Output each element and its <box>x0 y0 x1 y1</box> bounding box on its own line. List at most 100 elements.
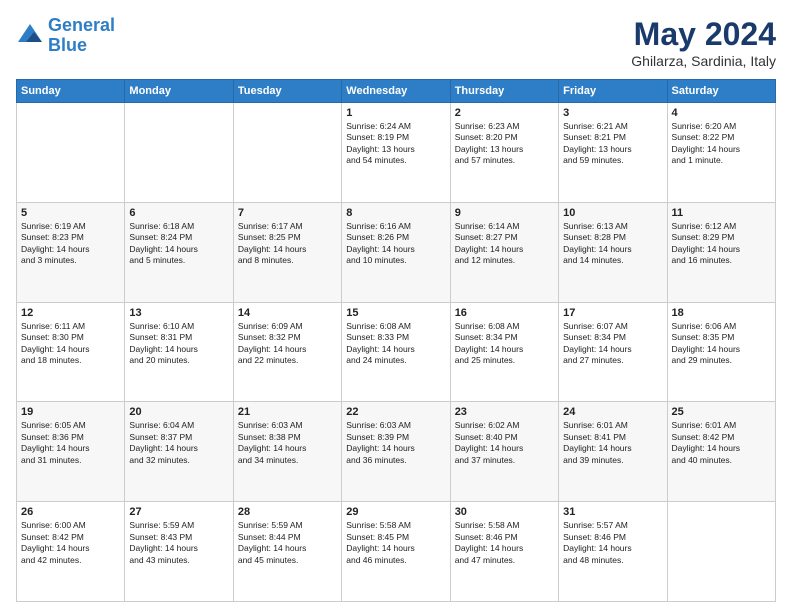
day-number: 18 <box>672 307 771 319</box>
day-number: 29 <box>346 506 445 518</box>
calendar-cell: 30 Sunrise: 5:58 AM Sunset: 8:46 PM Dayli… <box>450 502 558 602</box>
day-number: 17 <box>563 307 662 319</box>
location: Ghilarza, Sardinia, Italy <box>631 53 776 69</box>
day-number: 16 <box>455 307 554 319</box>
calendar-cell: 11Sunrise: 6:12 AM Sunset: 8:29 PM Dayli… <box>667 202 775 302</box>
day-number: 26 <box>21 506 120 518</box>
day-number: 30 <box>455 506 554 518</box>
day-info: Sunrise: 6:19 AM Sunset: 8:23 PM Dayligh… <box>21 221 120 267</box>
calendar-cell: 17 Sunrise: 6:07 AM Sunset: 8:34 PM Dayli… <box>559 302 667 402</box>
day-info: Sunrise: 5:59 AM Sunset: 8:43 PM Dayligh… <box>129 520 228 566</box>
day-number: 28 <box>238 506 337 518</box>
day-info: Sunrise: 6:23 AM Sunset: 8:20 PM Dayligh… <box>455 121 554 167</box>
calendar-cell: 10 Sunrise: 6:13 AM Sunset: 8:28 PM Dayli… <box>559 202 667 302</box>
month-title: May 2024 <box>631 16 776 53</box>
day-info: Sunrise: 6:00 AM Sunset: 8:42 PM Dayligh… <box>21 520 120 566</box>
calendar-cell: 29 Sunrise: 5:58 AM Sunset: 8:45 PM Dayli… <box>342 502 450 602</box>
day-info: Sunrise: 6:10 AM Sunset: 8:31 PM Dayligh… <box>129 321 228 367</box>
calendar-cell: 16 Sunrise: 6:08 AM Sunset: 8:34 PM Dayli… <box>450 302 558 402</box>
calendar-cell: 28 Sunrise: 5:59 AM Sunset: 8:44 PM Dayli… <box>233 502 341 602</box>
calendar-cell: 27Sunrise: 5:59 AM Sunset: 8:43 PM Dayli… <box>125 502 233 602</box>
logo-icon <box>16 22 44 50</box>
title-block: May 2024 Ghilarza, Sardinia, Italy <box>631 16 776 69</box>
calendar-cell: 4 Sunrise: 6:20 AM Sunset: 8:22 PM Daylig… <box>667 103 775 203</box>
calendar-cell: 18 Sunrise: 6:06 AM Sunset: 8:35 PM Dayli… <box>667 302 775 402</box>
day-info: Sunrise: 5:58 AM Sunset: 8:46 PM Dayligh… <box>455 520 554 566</box>
day-number: 24 <box>563 406 662 418</box>
page: General Blue May 2024 Ghilarza, Sardinia… <box>0 0 792 612</box>
weekday-header: Saturday <box>667 80 775 103</box>
calendar-cell: 2 Sunrise: 6:23 AM Sunset: 8:20 PM Daylig… <box>450 103 558 203</box>
day-info: Sunrise: 6:08 AM Sunset: 8:33 PM Dayligh… <box>346 321 445 367</box>
weekday-header: Tuesday <box>233 80 341 103</box>
day-info: Sunrise: 6:01 AM Sunset: 8:42 PM Dayligh… <box>672 420 771 466</box>
day-number: 2 <box>455 107 554 119</box>
day-info: Sunrise: 6:21 AM Sunset: 8:21 PM Dayligh… <box>563 121 662 167</box>
day-number: 9 <box>455 207 554 219</box>
calendar-cell: 24 Sunrise: 6:01 AM Sunset: 8:41 PM Dayli… <box>559 402 667 502</box>
day-number: 23 <box>455 406 554 418</box>
weekday-header: Friday <box>559 80 667 103</box>
day-info: Sunrise: 6:03 AM Sunset: 8:39 PM Dayligh… <box>346 420 445 466</box>
calendar-cell <box>233 103 341 203</box>
day-info: Sunrise: 5:58 AM Sunset: 8:45 PM Dayligh… <box>346 520 445 566</box>
day-number: 4 <box>672 107 771 119</box>
day-info: Sunrise: 6:24 AM Sunset: 8:19 PM Dayligh… <box>346 121 445 167</box>
day-number: 31 <box>563 506 662 518</box>
calendar-cell: 25 Sunrise: 6:01 AM Sunset: 8:42 PM Dayli… <box>667 402 775 502</box>
day-number: 21 <box>238 406 337 418</box>
day-number: 13 <box>129 307 228 319</box>
day-number: 5 <box>21 207 120 219</box>
calendar-cell: 6 Sunrise: 6:18 AM Sunset: 8:24 PM Daylig… <box>125 202 233 302</box>
day-info: Sunrise: 6:14 AM Sunset: 8:27 PM Dayligh… <box>455 221 554 267</box>
logo: General Blue <box>16 16 115 56</box>
weekday-header: Wednesday <box>342 80 450 103</box>
calendar-table: SundayMondayTuesdayWednesdayThursdayFrid… <box>16 79 776 602</box>
day-number: 22 <box>346 406 445 418</box>
day-info: Sunrise: 6:06 AM Sunset: 8:35 PM Dayligh… <box>672 321 771 367</box>
day-info: Sunrise: 6:20 AM Sunset: 8:22 PM Dayligh… <box>672 121 771 167</box>
calendar-cell: 23 Sunrise: 6:02 AM Sunset: 8:40 PM Dayli… <box>450 402 558 502</box>
logo-line1: General <box>48 15 115 35</box>
day-info: Sunrise: 6:16 AM Sunset: 8:26 PM Dayligh… <box>346 221 445 267</box>
calendar-cell: 1 Sunrise: 6:24 AM Sunset: 8:19 PM Daylig… <box>342 103 450 203</box>
day-info: Sunrise: 6:18 AM Sunset: 8:24 PM Dayligh… <box>129 221 228 267</box>
day-number: 25 <box>672 406 771 418</box>
calendar-cell: 20Sunrise: 6:04 AM Sunset: 8:37 PM Dayli… <box>125 402 233 502</box>
day-number: 6 <box>129 207 228 219</box>
weekday-header: Sunday <box>17 80 125 103</box>
weekday-header: Thursday <box>450 80 558 103</box>
day-info: Sunrise: 6:01 AM Sunset: 8:41 PM Dayligh… <box>563 420 662 466</box>
calendar-cell: 15Sunrise: 6:08 AM Sunset: 8:33 PM Dayli… <box>342 302 450 402</box>
calendar-cell: 8Sunrise: 6:16 AM Sunset: 8:26 PM Daylig… <box>342 202 450 302</box>
day-info: Sunrise: 5:59 AM Sunset: 8:44 PM Dayligh… <box>238 520 337 566</box>
day-number: 19 <box>21 406 120 418</box>
calendar-cell: 5 Sunrise: 6:19 AM Sunset: 8:23 PM Daylig… <box>17 202 125 302</box>
header: General Blue May 2024 Ghilarza, Sardinia… <box>16 16 776 69</box>
day-number: 11 <box>672 207 771 219</box>
day-number: 7 <box>238 207 337 219</box>
calendar-cell: 9 Sunrise: 6:14 AM Sunset: 8:27 PM Daylig… <box>450 202 558 302</box>
day-info: Sunrise: 6:13 AM Sunset: 8:28 PM Dayligh… <box>563 221 662 267</box>
calendar-cell <box>125 103 233 203</box>
day-info: Sunrise: 6:02 AM Sunset: 8:40 PM Dayligh… <box>455 420 554 466</box>
day-info: Sunrise: 6:11 AM Sunset: 8:30 PM Dayligh… <box>21 321 120 367</box>
day-number: 1 <box>346 107 445 119</box>
calendar-cell: 26 Sunrise: 6:00 AM Sunset: 8:42 PM Dayli… <box>17 502 125 602</box>
calendar-cell <box>17 103 125 203</box>
day-number: 10 <box>563 207 662 219</box>
day-number: 3 <box>563 107 662 119</box>
day-info: Sunrise: 6:07 AM Sunset: 8:34 PM Dayligh… <box>563 321 662 367</box>
calendar-cell: 19Sunrise: 6:05 AM Sunset: 8:36 PM Dayli… <box>17 402 125 502</box>
calendar-cell: 14Sunrise: 6:09 AM Sunset: 8:32 PM Dayli… <box>233 302 341 402</box>
calendar-cell: 21Sunrise: 6:03 AM Sunset: 8:38 PM Dayli… <box>233 402 341 502</box>
calendar-cell: 22 Sunrise: 6:03 AM Sunset: 8:39 PM Dayli… <box>342 402 450 502</box>
weekday-header: Monday <box>125 80 233 103</box>
calendar-cell <box>667 502 775 602</box>
day-info: Sunrise: 6:17 AM Sunset: 8:25 PM Dayligh… <box>238 221 337 267</box>
day-number: 20 <box>129 406 228 418</box>
calendar-cell: 31Sunrise: 5:57 AM Sunset: 8:46 PM Dayli… <box>559 502 667 602</box>
logo-line2: Blue <box>48 35 87 55</box>
calendar-cell: 13 Sunrise: 6:10 AM Sunset: 8:31 PM Dayli… <box>125 302 233 402</box>
day-info: Sunrise: 6:08 AM Sunset: 8:34 PM Dayligh… <box>455 321 554 367</box>
